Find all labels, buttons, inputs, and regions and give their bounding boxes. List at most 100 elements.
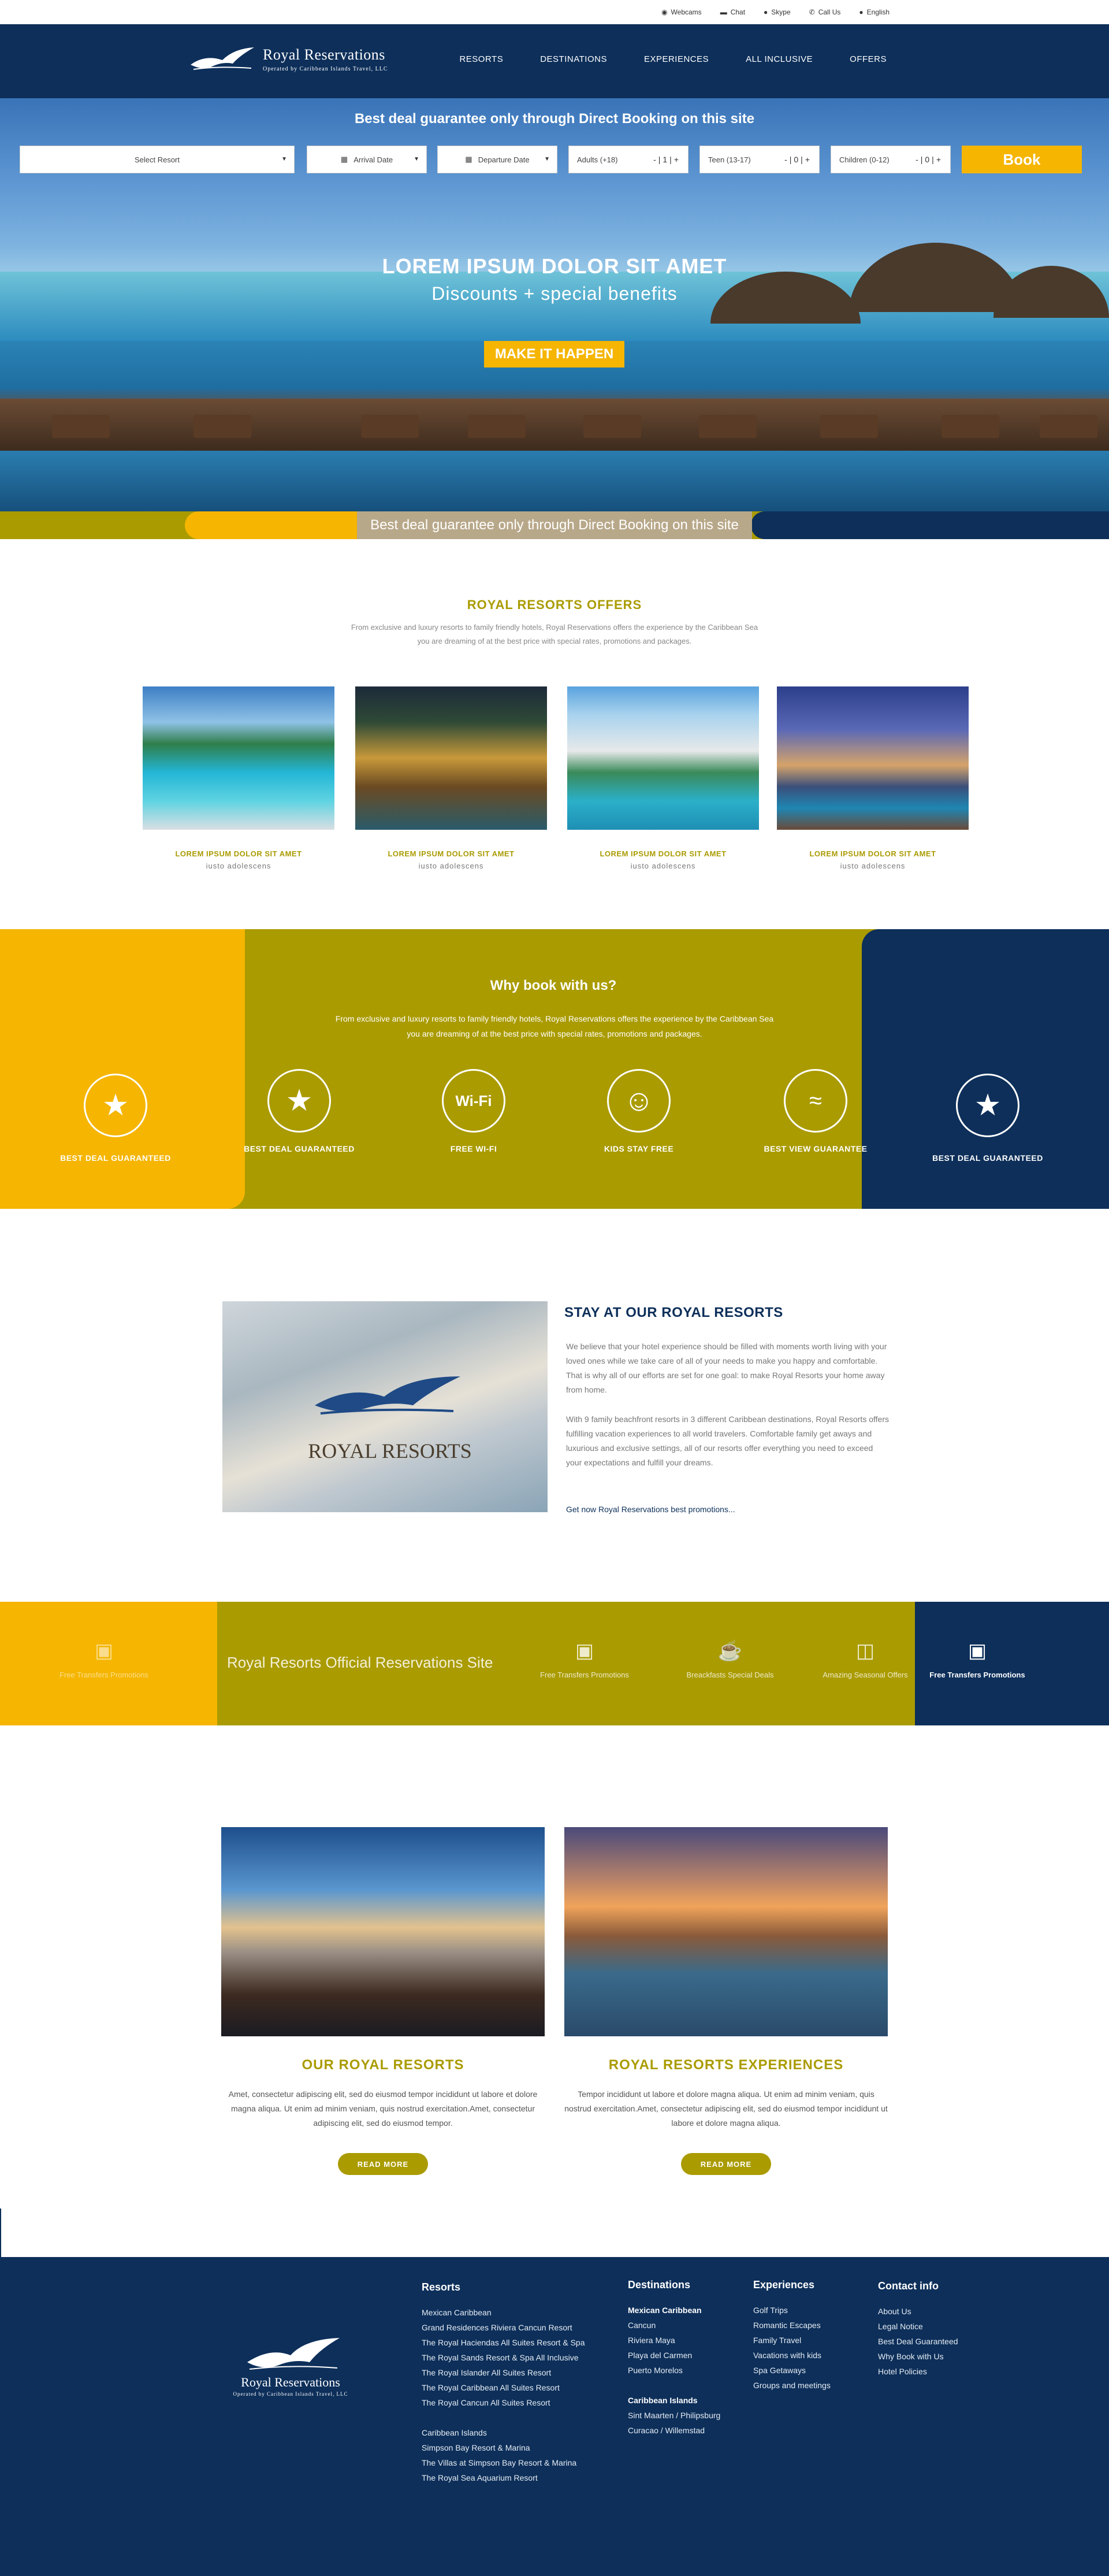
offer-title: LOREM IPSUM DOLOR SIT AMET: [600, 849, 727, 858]
coffee-cup-icon: ☕: [717, 1640, 743, 1662]
footer-link[interactable]: About Us: [878, 2304, 958, 2319]
strip-accent-blue: [751, 511, 1109, 539]
footer-link[interactable]: Puerto Morelos: [628, 2363, 720, 2378]
star-icon: ★: [84, 1074, 147, 1137]
footer-link[interactable]: Cancun: [628, 2318, 720, 2333]
offer-subtitle: iusto adolescens: [206, 862, 271, 870]
nav-experiences[interactable]: EXPERIENCES: [644, 54, 709, 64]
footer-link[interactable]: Golf Trips: [753, 2303, 831, 2318]
footer-link[interactable]: Family Travel: [753, 2333, 831, 2348]
car-icon: ▣: [967, 1640, 987, 1662]
footer-link[interactable]: Legal Notice: [878, 2319, 958, 2334]
hero-pool: [0, 451, 1109, 511]
webcams-link[interactable]: ◉ Webcams: [661, 8, 702, 16]
why-book-section: Why book with us? From exclusive and lux…: [0, 929, 1109, 1209]
main-nav: RESORTS DESTINATIONS EXPERIENCES ALL INC…: [459, 54, 887, 64]
footer-link[interactable]: The Royal Islander All Suites Resort: [422, 2365, 585, 2380]
footer-experiences: Experiences Golf Trips Romantic Escapes …: [753, 2279, 831, 2393]
utility-bar: ◉ Webcams ▬ Chat ● Skype ✆ Call Us ● English: [0, 0, 1109, 24]
offer-card[interactable]: LOREM IPSUM DOLOR SIT AMET iusto adolesc…: [567, 686, 759, 870]
booking-form: Select Resort ▼ ▦ Arrival Date ▼ ▦ Departure…: [0, 146, 1109, 175]
footer-link[interactable]: Riviera Maya: [628, 2333, 720, 2348]
departure-date-field[interactable]: ▦ Departure Date ▼: [437, 146, 557, 173]
call-us-link[interactable]: ✆ Call Us: [809, 8, 841, 16]
perk-label: Amazing Seasonal Offers: [823, 1671, 908, 1679]
offer-subtitle: iusto adolescens: [840, 862, 906, 870]
footer-link[interactable]: Curacao / Willemstad: [628, 2423, 720, 2438]
perk-item: ▣ Free Transfers Promotions: [925, 1636, 1029, 1680]
footer-link[interactable]: Caribbean Islands: [422, 2425, 585, 2440]
hero-tagline: Best deal guarantee only through Direct …: [354, 111, 755, 127]
footer-link[interactable]: The Royal Cancun All Suites Resort: [422, 2395, 585, 2410]
nav-destinations[interactable]: DESTINATIONS: [540, 54, 607, 64]
feature-item: ★ BEST DEAL GUARANTEED: [241, 1069, 357, 1153]
resorts-read-more-button[interactable]: READ MORE: [338, 2153, 428, 2175]
chat-link[interactable]: ▬ Chat: [720, 8, 745, 16]
skype-link[interactable]: ● Skype: [764, 8, 791, 16]
footer-link[interactable]: Grand Residences Riviera Cancun Resort: [422, 2320, 585, 2335]
resort-select[interactable]: Select Resort ▼: [20, 146, 295, 173]
offer-title: LOREM IPSUM DOLOR SIT AMET: [809, 849, 936, 858]
child-icon: ☺: [607, 1069, 671, 1133]
globe-icon: ●: [859, 8, 864, 16]
site-header: Royal Reservations Operated by Caribbean…: [0, 24, 1109, 98]
make-it-happen-button[interactable]: MAKE IT HAPPEN: [484, 341, 624, 368]
lounger: [941, 415, 999, 438]
perk-item: ▣ Free Transfers Promotions: [52, 1636, 156, 1680]
footer-link[interactable]: Groups and meetings: [753, 2378, 831, 2393]
footer-link[interactable]: The Royal Caribbean All Suites Resort: [422, 2380, 585, 2395]
footer-link[interactable]: The Royal Sands Resort & Spa All Inclusi…: [422, 2350, 585, 2365]
feature-label: BEST DEAL GUARANTEED: [244, 1144, 355, 1153]
minus-icon[interactable]: -: [916, 155, 921, 164]
resorts-text: Amet, consectetur adipiscing elit, sed d…: [228, 2089, 538, 2128]
footer-link[interactable]: Simpson Bay Resort & Marina: [422, 2440, 585, 2455]
book-button[interactable]: Book: [962, 146, 1082, 173]
hero-section: Best deal guarantee only through Direct …: [0, 98, 1109, 511]
plus-icon[interactable]: +: [674, 155, 681, 164]
nav-resorts[interactable]: RESORTS: [459, 54, 503, 64]
footer-link[interactable]: Vacations with kids: [753, 2348, 831, 2363]
divider: [0, 2208, 1, 2257]
offer-card[interactable]: LOREM IPSUM DOLOR SIT AMET iusto adolesc…: [355, 686, 547, 870]
language-selector[interactable]: ● English: [859, 8, 890, 16]
adults-stepper[interactable]: Adults (+18) -|1|+: [568, 146, 689, 173]
brand-name: Royal Reservations: [263, 46, 385, 63]
experiences-read-more-button[interactable]: READ MORE: [681, 2153, 771, 2175]
resorts-title: OUR ROYAL RESORTS: [302, 2057, 464, 2073]
minus-icon[interactable]: -: [784, 155, 790, 164]
offer-card[interactable]: LOREM IPSUM DOLOR SIT AMET iusto adolesc…: [777, 686, 969, 870]
footer-link[interactable]: Romantic Escapes: [753, 2318, 831, 2333]
teen-stepper[interactable]: Teen (13-17) -|0|+: [699, 146, 820, 173]
footer-link[interactable]: Playa del Carmen: [628, 2348, 720, 2363]
minus-icon[interactable]: -: [653, 155, 658, 164]
perk-label: Free Transfers Promotions: [540, 1671, 629, 1679]
wifi-icon: Wi-Fi: [442, 1069, 505, 1133]
footer-link[interactable]: The Villas at Simpson Bay Resort & Marin…: [422, 2455, 585, 2470]
footer-link[interactable]: Mexican Caribbean: [422, 2305, 585, 2320]
hero-subheadline: Discounts + special benefits: [431, 283, 678, 304]
footer-link[interactable]: Why Book with Us: [878, 2349, 958, 2364]
star-icon: ★: [267, 1069, 331, 1133]
lounger: [1040, 415, 1097, 438]
footer-link[interactable]: The Royal Haciendas All Suites Resort & …: [422, 2335, 585, 2350]
plus-icon[interactable]: +: [936, 155, 943, 164]
nav-offers[interactable]: OFFERS: [850, 54, 887, 64]
footer-subheading: Mexican Caribbean: [628, 2306, 702, 2315]
footer-heading: Destinations: [628, 2279, 691, 2291]
footer-link[interactable]: Hotel Policies: [878, 2364, 958, 2379]
arrival-date-field[interactable]: ▦ Arrival Date ▼: [307, 146, 427, 173]
plus-icon[interactable]: +: [805, 155, 812, 164]
promotions-link[interactable]: Get now Royal Reservations best promotio…: [566, 1505, 735, 1514]
footer-link[interactable]: The Royal Sea Aquarium Resort: [422, 2470, 585, 2485]
children-stepper[interactable]: Children (0-12) -|0|+: [831, 146, 951, 173]
footer-destinations: Destinations Mexican Caribbean Cancun Ri…: [628, 2279, 720, 2438]
lounger: [583, 415, 641, 438]
footer-logo[interactable]: Royal Reservations Operated by Caribbean…: [224, 2334, 357, 2404]
footer-link[interactable]: Spa Getaways: [753, 2363, 831, 2378]
nav-all-inclusive[interactable]: ALL INCLUSIVE: [746, 54, 813, 64]
bird-logo-icon: [191, 47, 254, 70]
lounger: [193, 415, 251, 438]
footer-link[interactable]: Sint Maarten / Philipsburg: [628, 2408, 720, 2423]
offer-card[interactable]: LOREM IPSUM DOLOR SIT AMET iusto adolesc…: [143, 686, 334, 870]
footer-link[interactable]: Best Deal Guaranteed: [878, 2334, 958, 2349]
